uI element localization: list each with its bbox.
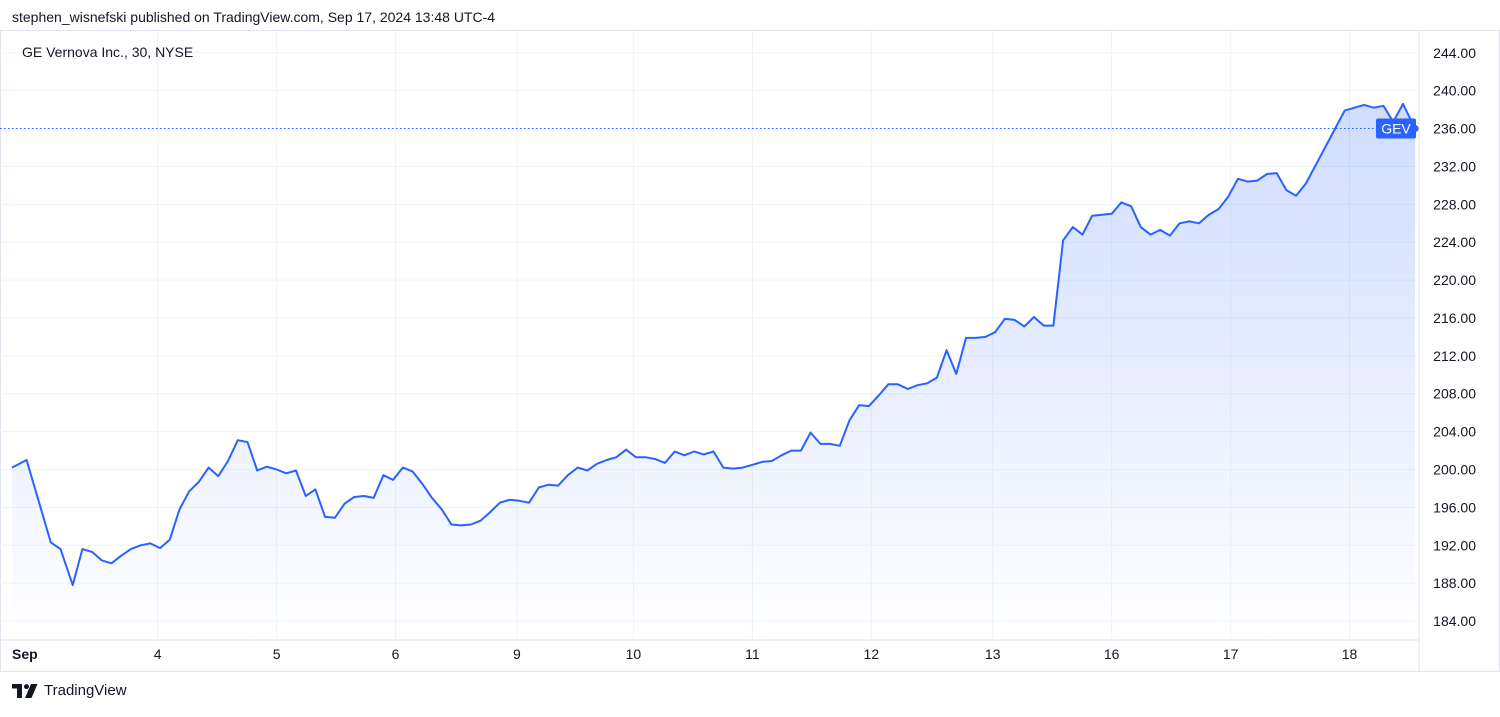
x-tick-label: 10 [626,646,642,662]
x-tick-label: 9 [513,646,521,662]
tradingview-brand[interactable]: TradingView [44,682,127,699]
time-axis[interactable]: Sep 4 5 6 9 10 11 12 13 16 17 18 [12,646,1358,662]
y-tick-label: 208.00 [1433,386,1476,402]
footer: TradingView [12,682,127,699]
y-tick-label: 232.00 [1433,158,1476,174]
chart-title: GE Vernova Inc., 30, NYSE [22,44,193,60]
y-tick-label: 196.00 [1433,499,1476,515]
price-chart[interactable]: 244.00 240.00 236.00 232.00 228.00 224.00 220.… [0,0,1500,712]
x-tick-label: 18 [1342,646,1358,662]
tradingview-logo-icon[interactable] [12,683,38,698]
x-tick-label: 17 [1223,646,1239,662]
x-tick-label: 6 [392,646,400,662]
x-tick-label: 13 [985,646,1001,662]
x-tick-label: 4 [154,646,162,662]
y-tick-label: 244.00 [1433,45,1476,61]
x-tick-label: 16 [1104,646,1120,662]
x-tick-label: Sep [12,646,38,662]
y-tick-label: 192.00 [1433,537,1476,553]
x-tick-label: 11 [745,646,760,662]
y-tick-label: 184.00 [1433,613,1476,629]
y-tick-label: 220.00 [1433,272,1476,288]
y-tick-label: 228.00 [1433,196,1476,212]
y-tick-label: 188.00 [1433,575,1476,591]
y-tick-label: 200.00 [1433,462,1476,478]
y-tick-label: 212.00 [1433,348,1476,364]
y-tick-label: 204.00 [1433,424,1476,440]
chart-container[interactable]: 244.00 240.00 236.00 232.00 228.00 224.00 220.… [0,0,1500,712]
x-tick-label: 12 [864,646,880,662]
y-tick-label: 224.00 [1433,234,1476,250]
y-tick-label: 216.00 [1433,310,1476,326]
series-area [12,103,1416,640]
y-tick-label: 240.00 [1433,83,1476,99]
series-layer [0,102,1419,640]
published-header: stephen_wisnefski published on TradingVi… [12,9,496,25]
x-tick-label: 5 [273,646,281,662]
y-tick-label: 236.00 [1433,121,1476,137]
symbol-price-label-text: GEV [1381,121,1411,137]
